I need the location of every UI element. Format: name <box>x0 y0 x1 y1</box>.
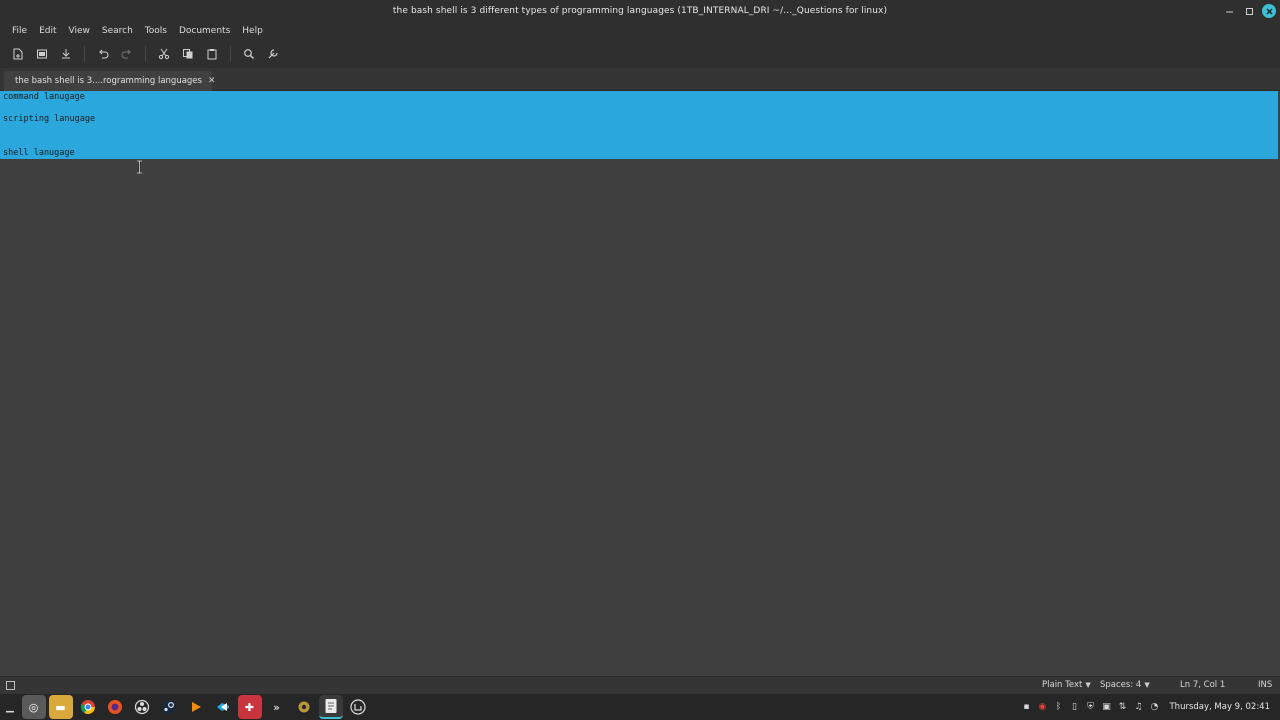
menu-documents[interactable]: Documents <box>173 22 236 40</box>
obs-icon[interactable] <box>130 695 154 719</box>
cursor-position: Ln 7, Col 1 <box>1180 680 1226 690</box>
show-desktop-icon[interactable]: ▁ <box>0 694 20 720</box>
notes-icon[interactable]: ▣ <box>1101 702 1111 712</box>
syntax-label: Plain Text <box>1042 680 1083 690</box>
editor-line-3: scripting lanugage <box>3 114 96 124</box>
search-icon[interactable] <box>237 43 261 65</box>
terminal-icon[interactable]: » <box>265 695 289 719</box>
vlc-icon[interactable] <box>184 695 208 719</box>
menu-search[interactable]: Search <box>96 22 139 40</box>
tools-icon[interactable] <box>261 43 285 65</box>
network-icon[interactable]: ⇅ <box>1117 702 1127 712</box>
menu-file[interactable]: File <box>6 22 33 40</box>
indent-selector[interactable]: Spaces: 4 ▼ <box>1100 680 1150 690</box>
new-document-icon[interactable] <box>6 43 30 65</box>
text-editor-area[interactable]: command lanugage scripting lanugage shel… <box>0 91 1280 676</box>
mint-icon[interactable] <box>346 695 370 719</box>
files-icon[interactable]: ◎ <box>21 695 46 719</box>
minimize-button[interactable] <box>1222 4 1236 18</box>
chevron-down-icon: ▼ <box>1144 681 1150 689</box>
chevron-down-icon: ▼ <box>1085 681 1091 689</box>
system-tray: ▪ ◉ ᛒ ▯ ⛨ ▣ ⇅ ♫ ◔ Thursday, May 9, 02:41 <box>1021 694 1270 720</box>
status-bar: Plain Text ▼ Spaces: 4 ▼ Ln 7, Col 1 INS <box>0 676 1280 694</box>
shield-icon[interactable]: ⛨ <box>1085 702 1095 712</box>
clock[interactable]: Thursday, May 9, 02:41 <box>1169 702 1270 712</box>
undo-icon[interactable] <box>91 43 115 65</box>
indent-label: Spaces: 4 <box>1100 680 1142 690</box>
toolbar-separator <box>145 46 146 62</box>
clipboard-icon[interactable]: ▯ <box>1069 702 1079 712</box>
tab-label: the bash shell is 3....rogramming langua… <box>15 76 202 86</box>
menu-edit[interactable]: Edit <box>33 22 62 40</box>
menu-tools[interactable]: Tools <box>139 22 173 40</box>
title-bar: the bash shell is 3 different types of p… <box>0 0 1280 22</box>
trash-icon[interactable]: ▪ <box>1021 702 1031 712</box>
cut-icon[interactable] <box>152 43 176 65</box>
chrome-icon[interactable] <box>76 695 100 719</box>
toolbar <box>0 40 1280 68</box>
ibeam-cursor-icon <box>137 160 142 174</box>
vscode-icon[interactable] <box>211 695 235 719</box>
wifi-icon[interactable]: ◔ <box>1149 702 1159 712</box>
taskbar: ▁ ◎ ▬ ✚ » ▪ ◉ ᛒ ▯ ⛨ ▣ ⇅ ♫ ◔ Thursday, Ma… <box>0 694 1280 720</box>
toolbar-separator <box>84 46 85 62</box>
maximize-button[interactable] <box>1242 4 1256 18</box>
tab-document[interactable]: the bash shell is 3....rogramming langua… <box>4 71 216 91</box>
editor-line-6: shell lanugage <box>3 148 75 158</box>
menu-bar: File Edit View Search Tools Documents He… <box>0 22 1280 40</box>
music-icon[interactable]: ♫ <box>1133 702 1143 712</box>
bluetooth-icon[interactable]: ᛒ <box>1053 702 1063 712</box>
text-editor-icon[interactable] <box>318 695 343 719</box>
sidebar-toggle-icon[interactable] <box>6 681 15 690</box>
tab-bar: the bash shell is 3....rogramming langua… <box>0 68 1280 91</box>
copy-icon[interactable] <box>176 43 200 65</box>
toolbar-separator <box>230 46 231 62</box>
record-icon[interactable]: ◉ <box>1037 702 1047 712</box>
insert-mode: INS <box>1258 680 1273 690</box>
window-controls <box>1222 3 1276 19</box>
tab-close-icon[interactable]: ✕ <box>208 76 216 86</box>
paste-icon[interactable] <box>200 43 224 65</box>
syntax-selector[interactable]: Plain Text ▼ <box>1042 680 1091 690</box>
text-selection <box>0 91 1278 159</box>
game-icon[interactable]: ✚ <box>237 695 262 719</box>
redo-icon[interactable] <box>115 43 139 65</box>
steam-icon[interactable] <box>157 695 181 719</box>
firefox-icon[interactable] <box>103 695 127 719</box>
settings-icon[interactable] <box>292 695 316 719</box>
editor-line-1: command lanugage <box>3 92 85 102</box>
menu-help[interactable]: Help <box>236 22 269 40</box>
folder-icon[interactable]: ▬ <box>48 695 73 719</box>
close-window-button[interactable] <box>1262 4 1276 18</box>
open-icon[interactable] <box>30 43 54 65</box>
menu-view[interactable]: View <box>63 22 96 40</box>
save-icon[interactable] <box>54 43 78 65</box>
window-title: the bash shell is 3 different types of p… <box>392 6 888 16</box>
